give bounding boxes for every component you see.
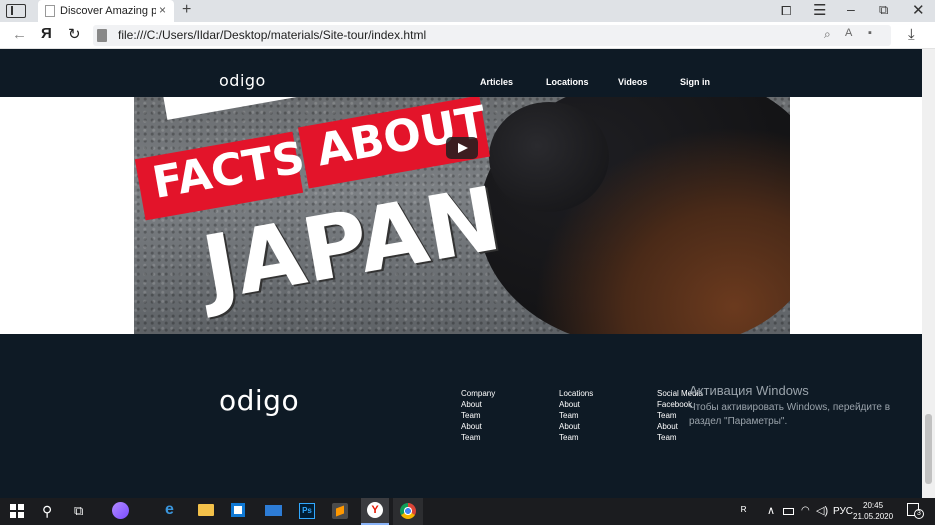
footer-link[interactable]: About	[461, 399, 495, 410]
footer-column-heading: Locations	[559, 389, 594, 398]
video-player[interactable]: FACTS ABOUT JAPAN	[134, 97, 790, 334]
close-window-icon[interactable]: ✕	[912, 1, 925, 19]
sidebar-icon[interactable]	[6, 4, 26, 18]
sublime-text-icon[interactable]	[332, 503, 348, 519]
play-icon[interactable]	[446, 137, 478, 159]
chrome-taskbar-item[interactable]	[393, 498, 423, 525]
language-indicator[interactable]: РУС	[833, 506, 853, 517]
minimize-icon[interactable]: –	[847, 1, 855, 17]
activation-title: Активация Windows	[689, 383, 809, 398]
page-scrollbar[interactable]	[922, 49, 935, 498]
store-icon[interactable]	[231, 503, 245, 517]
download-icon[interactable]: ⤓	[908, 26, 915, 43]
tab-title: Discover Amazing places	[60, 5, 156, 17]
video-title-banner	[162, 97, 316, 120]
yandex-browser-icon: Y	[367, 502, 383, 518]
footer-link[interactable]: About	[559, 399, 593, 410]
windows-activation-watermark: Активация Windows Чтобы активировать Win…	[689, 383, 904, 429]
file-explorer-icon[interactable]	[198, 504, 214, 516]
notification-count: 3	[914, 509, 924, 519]
browser-tab[interactable]: Discover Amazing places ×	[38, 0, 174, 22]
address-bar: ← Я ↻ file:///C:/Users/Ildar/Desktop/mat…	[0, 22, 935, 49]
close-tab-icon[interactable]: ×	[159, 3, 166, 17]
search-icon[interactable]: ⚲	[42, 503, 52, 520]
cat-head-image	[489, 102, 609, 212]
windows-start-icon[interactable]	[10, 504, 24, 518]
clock-time: 20:45	[863, 501, 884, 510]
photoshop-icon[interactable]: Ps	[299, 503, 315, 519]
footer-link[interactable]: Team	[461, 410, 495, 421]
browser-tab-bar: Discover Amazing places × + ⧠ ☰ – ⧉ ✕	[0, 0, 935, 22]
menu-icon[interactable]: ☰	[813, 1, 826, 19]
notification-icon[interactable]: 3	[907, 503, 924, 519]
footer-column-locations: Locations About Team About Team	[559, 388, 593, 443]
volume-icon[interactable]: ◁)	[816, 504, 828, 517]
footer-link[interactable]: Team	[559, 432, 593, 443]
restore-icon[interactable]: ⧉	[879, 2, 888, 18]
nav-locations[interactable]: Locations	[546, 77, 589, 87]
clock[interactable]: 20:45 21.05.2020	[853, 500, 893, 522]
clock-date: 21.05.2020	[853, 512, 894, 521]
footer-column-heading: Company	[461, 389, 496, 398]
bookmark-icon[interactable]: ▪	[868, 27, 872, 39]
file-icon	[97, 29, 107, 42]
battery-icon[interactable]	[783, 508, 794, 515]
footer-column-company: Company About Team About Team	[461, 388, 495, 443]
alice-assistant-icon[interactable]	[112, 502, 129, 519]
yandex-browser-taskbar-item[interactable]: Y	[361, 498, 389, 525]
reload-icon[interactable]: ↻	[68, 25, 81, 43]
url-field[interactable]: file:///C:/Users/Ildar/Desktop/materials…	[93, 25, 891, 46]
task-view-icon[interactable]: ⧉	[74, 503, 83, 519]
wifi-icon[interactable]: ◠	[801, 505, 810, 516]
nav-videos[interactable]: Videos	[618, 77, 647, 87]
page-viewport: odigo Articles Locations Videos Sign in …	[0, 49, 922, 498]
new-tab-icon[interactable]: +	[182, 1, 191, 19]
reading-list-icon[interactable]: ⧠	[781, 3, 791, 19]
scrollbar-thumb[interactable]	[925, 414, 932, 484]
back-icon[interactable]: ←	[12, 26, 27, 43]
nav-sign-in[interactable]: Sign in	[680, 77, 710, 87]
translate-icon[interactable]: A	[845, 27, 852, 39]
site-logo[interactable]: odigo	[219, 71, 266, 90]
footer-logo[interactable]: odigo	[219, 384, 299, 417]
page-favicon-icon	[45, 5, 55, 17]
url-text[interactable]: file:///C:/Users/Ildar/Desktop/materials…	[118, 28, 426, 42]
footer-link[interactable]: Team	[461, 432, 495, 443]
footer-link[interactable]: Team	[657, 432, 703, 443]
chrome-icon	[400, 503, 416, 519]
yandex-home-icon[interactable]: Я	[41, 25, 52, 42]
site-header: odigo Articles Locations Videos Sign in	[0, 49, 922, 97]
search-page-icon[interactable]: ⌕	[824, 27, 831, 42]
activation-text: Чтобы активировать Windows, перейдите в …	[689, 402, 891, 427]
footer-link[interactable]: About	[559, 421, 593, 432]
edge-icon[interactable]: e	[165, 501, 183, 519]
nav-articles[interactable]: Articles	[480, 77, 513, 87]
windows-taskbar: ⚲ ⧉ e Ps Y ᴿ ∧ ◠ ◁) РУС 20:45 21.05.2020…	[0, 498, 935, 525]
footer-link[interactable]: Team	[559, 410, 593, 421]
mail-icon[interactable]	[265, 505, 282, 516]
people-icon[interactable]: ᴿ	[741, 504, 746, 518]
chevron-up-icon[interactable]: ∧	[767, 504, 775, 517]
footer-link[interactable]: About	[461, 421, 495, 432]
